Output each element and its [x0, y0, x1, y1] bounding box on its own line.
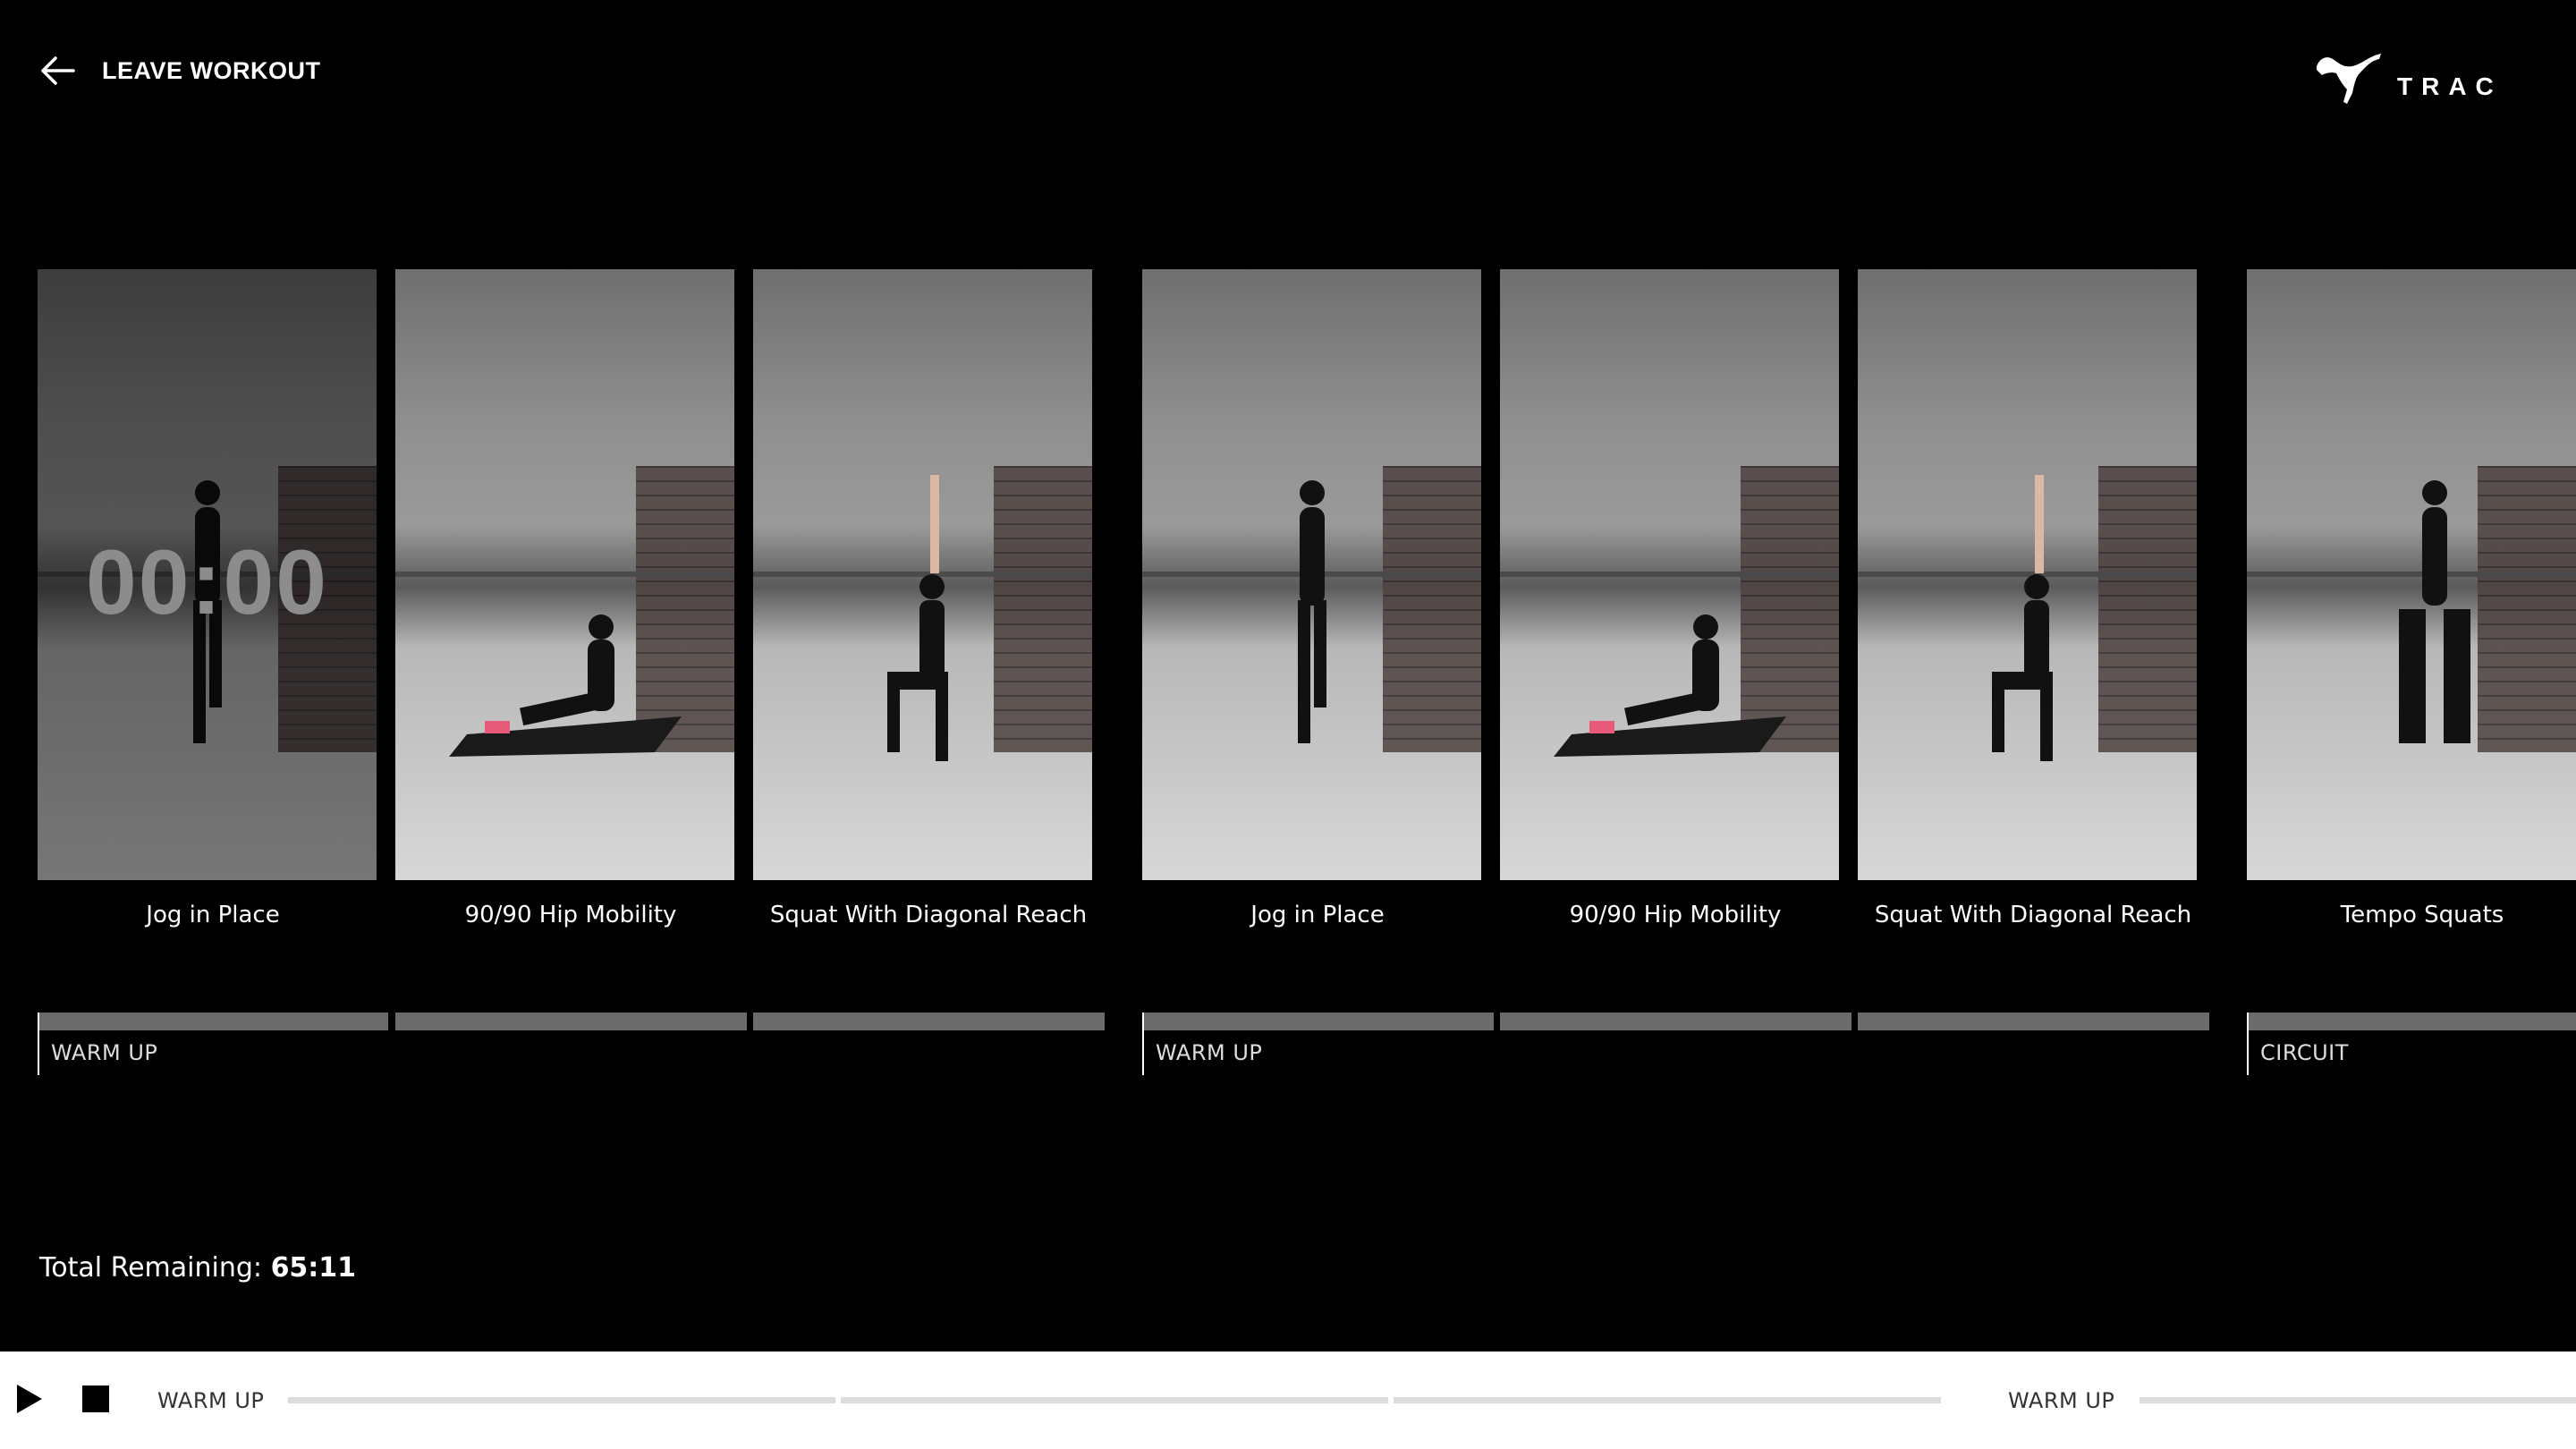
progress-segment[interactable]: [1500, 1013, 1852, 1030]
floor-decoration: [395, 572, 734, 577]
puma-trac-logo: TRAC: [2313, 50, 2503, 111]
exercise-card[interactable]: [2247, 269, 2576, 880]
wall-decoration: [2098, 466, 2197, 752]
progress-segment[interactable]: [2247, 1013, 2576, 1030]
wall-decoration: [2478, 466, 2576, 752]
puma-cat-icon: [2313, 50, 2385, 111]
bottom-section-label: WARM UP: [157, 1388, 265, 1413]
progress-segment[interactable]: [395, 1013, 747, 1030]
floor-decoration: [1500, 572, 1839, 577]
timeline-track[interactable]: [2140, 1397, 2576, 1403]
exercise-card[interactable]: [395, 269, 734, 880]
total-remaining-value: 65:11: [270, 1252, 357, 1284]
athlete-figure: [448, 614, 682, 757]
section-marker: [2247, 1013, 2249, 1075]
exercise-card[interactable]: [753, 269, 1092, 880]
exercise-label: 90/90 Hip Mobility: [1569, 902, 1782, 928]
progress-segment[interactable]: [38, 1013, 388, 1030]
athlete-figure: [1297, 480, 1326, 743]
athlete-figure: [886, 475, 948, 761]
stop-button[interactable]: [82, 1385, 109, 1416]
athlete-figure: [2398, 480, 2470, 743]
total-remaining-label: Total Remaining:: [39, 1252, 263, 1284]
exercise-card[interactable]: [1858, 269, 2197, 880]
exercise-card[interactable]: [1142, 269, 1481, 880]
bottom-section-label: WARM UP: [2008, 1388, 2115, 1413]
exercise-label: 90/90 Hip Mobility: [464, 902, 677, 928]
athlete-figure: [1553, 614, 1786, 757]
play-icon: [14, 1385, 45, 1419]
section-label: WARM UP: [51, 1040, 158, 1065]
section-marker: [1142, 1013, 1144, 1075]
wall-decoration: [994, 466, 1092, 752]
leave-workout-button[interactable]: LEAVE WORKOUT: [39, 55, 321, 86]
progress-segment[interactable]: [1858, 1013, 2209, 1030]
progress-segment[interactable]: [1142, 1013, 1494, 1030]
exercise-label: Squat With Diagonal Reach: [1874, 902, 2192, 928]
section-marker: [38, 1013, 39, 1075]
timeline-track[interactable]: [288, 1397, 835, 1403]
timer-display: 00:00: [86, 531, 328, 633]
exercise-card-active[interactable]: 00:00: [38, 269, 377, 880]
arrow-left-icon: [39, 55, 75, 86]
athlete-figure: [1991, 475, 2053, 761]
stop-icon: [82, 1385, 109, 1416]
leave-workout-label: LEAVE WORKOUT: [102, 56, 321, 84]
section-label: WARM UP: [1156, 1040, 1263, 1065]
exercise-label: Squat With Diagonal Reach: [769, 902, 1088, 928]
logo-text: TRAC: [2397, 72, 2503, 100]
play-button[interactable]: [14, 1383, 45, 1419]
exercise-label: Jog in Place: [146, 902, 280, 928]
exercise-label: Tempo Squats: [2340, 902, 2504, 928]
total-remaining: Total Remaining: 65:11: [39, 1252, 356, 1284]
exercise-label: Jog in Place: [1250, 902, 1385, 928]
progress-segment[interactable]: [753, 1013, 1105, 1030]
wall-decoration: [1383, 466, 1481, 752]
timeline-track[interactable]: [841, 1397, 1388, 1403]
section-label: CIRCUIT: [2260, 1040, 2349, 1065]
exercise-card[interactable]: [1500, 269, 1839, 880]
timeline-track[interactable]: [1394, 1397, 1941, 1403]
